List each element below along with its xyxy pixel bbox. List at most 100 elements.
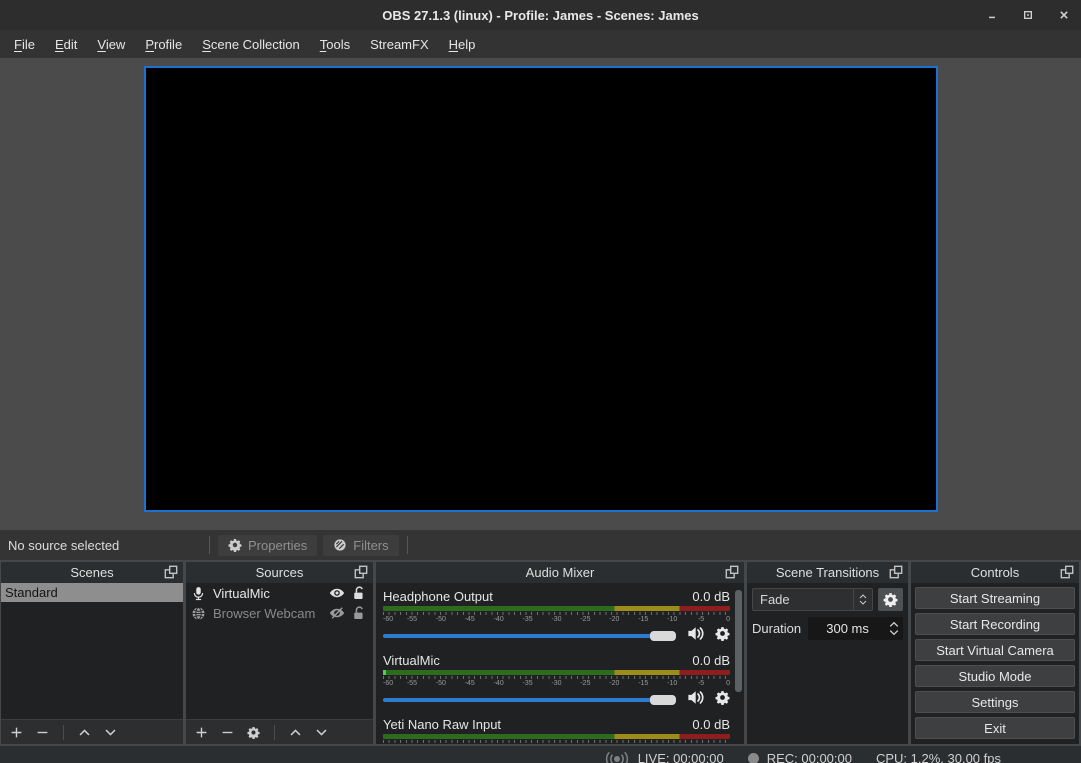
properties-button-label: Properties (248, 538, 307, 553)
channel-gear-icon[interactable] (715, 626, 730, 646)
volume-slider[interactable] (383, 630, 676, 642)
menu-file[interactable]: File (4, 33, 45, 56)
meter-tick-label: -25 (580, 743, 590, 744)
sources-list: VirtualMic Browser Webcam (186, 583, 373, 719)
channel-volume-db: 0.0 dB (692, 589, 730, 604)
channel-gear-icon[interactable] (715, 690, 730, 710)
meter-tick-label: -15 (638, 679, 648, 688)
lock-open-icon[interactable] (352, 585, 368, 601)
meter-tick-label: 0 (726, 615, 730, 624)
sources-panel-header: Sources (186, 562, 373, 583)
meter-tick-label: -30 (551, 679, 561, 688)
meter-tick-label: 0 (726, 679, 730, 688)
scene-item-standard[interactable]: Standard (1, 583, 183, 602)
properties-button[interactable]: Properties (218, 535, 317, 556)
source-name: VirtualMic (213, 586, 322, 601)
transition-select[interactable]: Fade (752, 588, 873, 611)
move-scene-up-icon[interactable] (78, 726, 91, 739)
toolbar-divider (63, 725, 64, 740)
source-properties-gear-icon[interactable] (247, 726, 260, 739)
menu-scene-collection[interactable]: Scene Collection (192, 33, 310, 56)
meter-scale: -60-55-50-45-40-35-30-25-20-15-10-50 (383, 679, 730, 688)
live-time: LIVE: 00:00:00 (638, 751, 724, 763)
source-toolbar: No source selected Properties Filters (0, 530, 1081, 560)
menu-streamfx[interactable]: StreamFX (360, 33, 439, 56)
filters-button[interactable]: Filters (323, 535, 398, 556)
visibility-eye-icon[interactable] (329, 585, 345, 601)
combobox-arrows-icon (854, 594, 872, 605)
menu-edit[interactable]: Edit (45, 33, 87, 56)
meter-tick-label: -60 (383, 615, 393, 624)
start-recording-button[interactable]: Start Recording (915, 613, 1075, 635)
meter-tick-label: -15 (638, 743, 648, 744)
meter-tick-label: -30 (551, 743, 561, 744)
popout-icon[interactable] (1060, 565, 1074, 579)
duration-label: Duration (752, 621, 801, 636)
meter-tick-label: -40 (494, 679, 504, 688)
move-source-up-icon[interactable] (289, 726, 302, 739)
mixer-channel-virtualmic: VirtualMic 0.0 dB -60-55-50-45-40-35-30-… (383, 652, 730, 707)
meter-tick-label: -55 (407, 615, 417, 624)
exit-button[interactable]: Exit (915, 717, 1075, 739)
menu-view[interactable]: View (87, 33, 135, 56)
meter-tick-label: -10 (667, 615, 677, 624)
duration-spinbox[interactable]: 300 ms (808, 617, 903, 640)
window-title: OBS 27.1.3 (linux) - Profile: James - Sc… (0, 8, 1081, 23)
volume-slider[interactable] (383, 694, 676, 706)
rec-time: REC: 00:00:00 (767, 751, 852, 763)
meter-tick-label: -45 (465, 743, 475, 744)
start-virtual-camera-button[interactable]: Start Virtual Camera (915, 639, 1075, 661)
meter-tick-label: -35 (523, 679, 533, 688)
meter-tick-label: -55 (407, 743, 417, 744)
menu-help[interactable]: Help (439, 33, 486, 56)
preview-canvas[interactable] (144, 66, 938, 512)
mixer-scrollbar[interactable] (735, 590, 742, 692)
main-area (0, 66, 1081, 530)
meter-tick-label: -20 (609, 615, 619, 624)
speaker-icon[interactable] (686, 624, 705, 648)
spinbox-arrows-icon[interactable] (887, 621, 903, 636)
channel-name: VirtualMic (383, 653, 440, 668)
popout-icon[interactable] (725, 565, 739, 579)
controls-panel-title: Controls (971, 565, 1019, 580)
channel-name: Yeti Nano Raw Input (383, 717, 501, 732)
popout-icon[interactable] (889, 565, 903, 579)
add-scene-icon[interactable] (10, 726, 23, 739)
move-source-down-icon[interactable] (315, 726, 328, 739)
studio-mode-button[interactable]: Studio Mode (915, 665, 1075, 687)
volume-slider-handle[interactable] (650, 695, 676, 705)
minimize-icon[interactable] (985, 8, 999, 22)
audio-mixer-header: Audio Mixer (376, 562, 744, 583)
source-item-virtualmic[interactable]: VirtualMic (186, 583, 373, 603)
source-item-browser-webcam[interactable]: Browser Webcam (186, 603, 373, 623)
scene-transitions-header: Scene Transitions (747, 562, 908, 583)
start-streaming-button[interactable]: Start Streaming (915, 587, 1075, 609)
meter-tick-label: -5 (698, 743, 704, 744)
popout-icon[interactable] (354, 565, 368, 579)
maximize-icon[interactable] (1021, 8, 1035, 22)
filters-button-label: Filters (353, 538, 388, 553)
transition-properties-button[interactable] (878, 588, 903, 611)
speaker-icon[interactable] (686, 688, 705, 712)
audio-mixer-title: Audio Mixer (526, 565, 595, 580)
popout-icon[interactable] (164, 565, 178, 579)
visibility-eye-off-icon[interactable] (329, 605, 345, 621)
meter-tick-label: -60 (383, 743, 393, 744)
lock-open-icon[interactable] (352, 605, 368, 621)
menu-profile[interactable]: Profile (135, 33, 192, 56)
remove-scene-icon[interactable] (36, 726, 49, 739)
menu-tools[interactable]: Tools (310, 33, 360, 56)
close-icon[interactable] (1057, 8, 1071, 22)
add-source-icon[interactable] (195, 726, 208, 739)
meter-tick-label: -20 (609, 679, 619, 688)
meter-tick-label: -30 (551, 615, 561, 624)
move-scene-down-icon[interactable] (104, 726, 117, 739)
scene-transitions-title: Scene Transitions (776, 565, 879, 580)
remove-source-icon[interactable] (221, 726, 234, 739)
channel-name: Headphone Output (383, 589, 493, 604)
meter-tick-label: -50 (436, 679, 446, 688)
meter-tick-label: -50 (436, 743, 446, 744)
volume-slider-handle[interactable] (650, 631, 676, 641)
settings-button[interactable]: Settings (915, 691, 1075, 713)
controls-panel: Controls Start Streaming Start Recording… (911, 562, 1079, 744)
